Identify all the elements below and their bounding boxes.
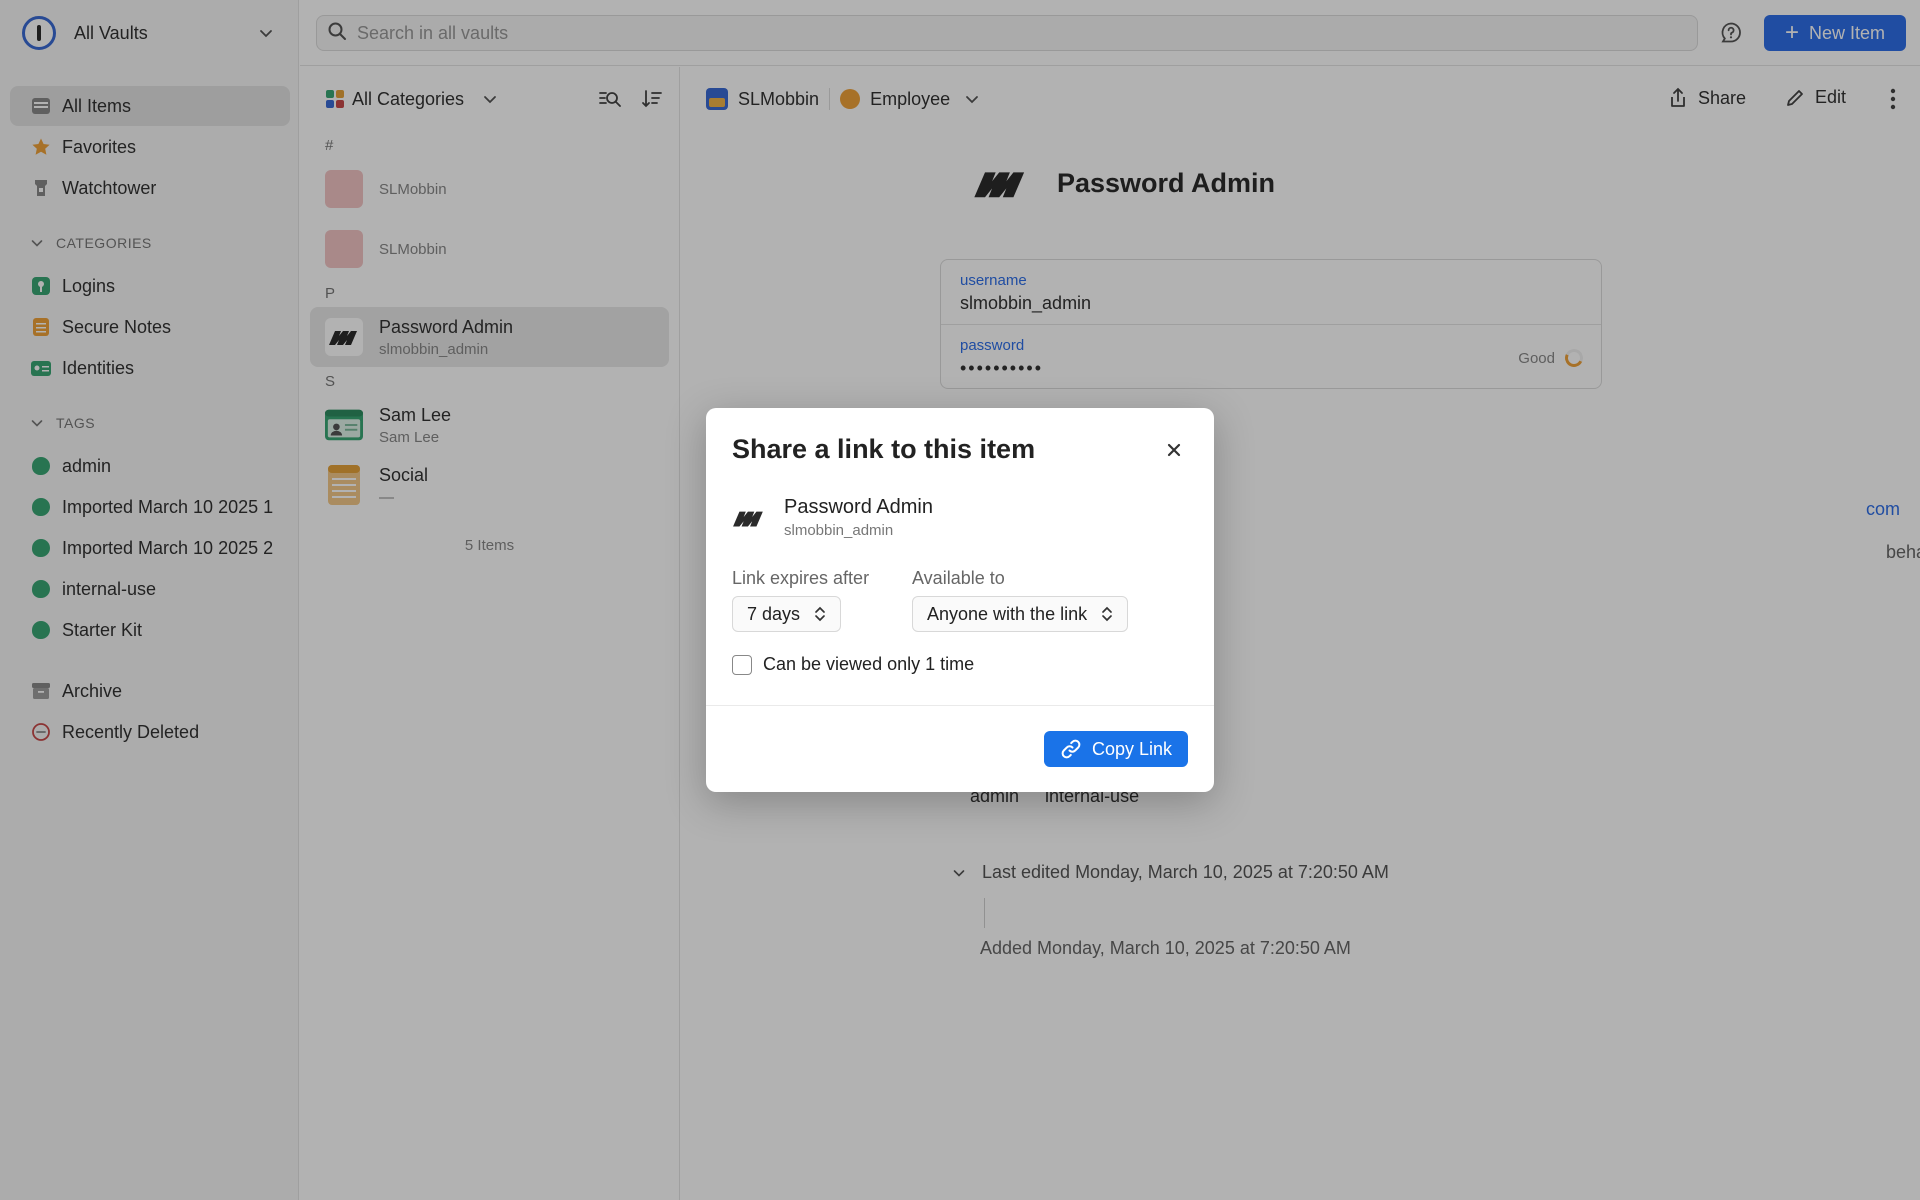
view-once-option[interactable]: Can be viewed only 1 time — [732, 654, 974, 675]
available-label: Available to — [912, 568, 1005, 588]
updown-chevron-icon — [1101, 605, 1113, 623]
available-select[interactable]: Anyone with the link — [912, 596, 1129, 632]
copy-link-label: Copy Link — [1091, 738, 1173, 759]
share-link-dialog: Share a link to this item Password Admin… — [706, 408, 1214, 792]
expires-label: Link expires after — [732, 568, 870, 588]
dialog-item-title: Password Admin — [784, 496, 933, 518]
close-button[interactable] — [1162, 438, 1186, 462]
mobbin-logo-icon — [733, 511, 763, 526]
updown-chevron-icon — [814, 605, 826, 623]
link-icon — [1061, 739, 1081, 759]
view-once-checkbox[interactable] — [732, 654, 752, 675]
dialog-item-subtitle: slmobbin_admin — [784, 522, 894, 539]
expires-value: 7 days — [747, 603, 801, 624]
close-icon — [1167, 443, 1181, 457]
available-value: Anyone with the link — [927, 603, 1088, 624]
dialog-item-summary: Password Admin slmobbin_admin — [732, 496, 933, 539]
view-once-label: Can be viewed only 1 time — [763, 654, 975, 674]
divider — [706, 705, 1214, 706]
dialog-title: Share a link to this item — [732, 434, 1036, 464]
copy-link-button[interactable]: Copy Link — [1044, 731, 1188, 767]
expires-select[interactable]: 7 days — [732, 596, 842, 632]
